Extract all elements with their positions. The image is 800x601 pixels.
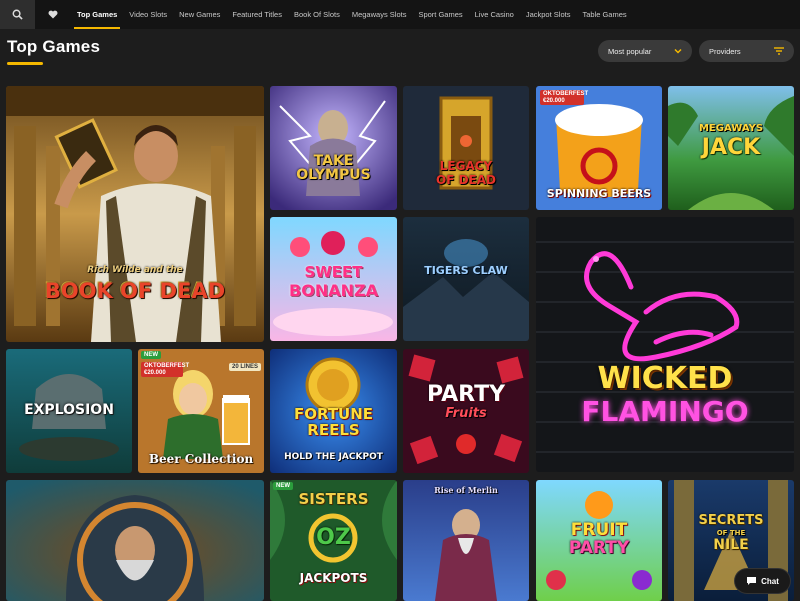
fruit-party-line2: PARTY — [568, 538, 630, 558]
tab-sport-games[interactable]: Sport Games — [412, 0, 468, 29]
oktoberfest-badge: OKTOBERFEST €20.000 — [141, 362, 189, 378]
wicked-flamingo-line1: WICKED — [597, 361, 733, 396]
game-tile-wicked-flamingo[interactable]: WICKED FLAMINGO — [536, 217, 794, 472]
megaways-jack-line1: MEGAWAYS — [698, 123, 764, 134]
game-tile-legacy-of-dead[interactable]: LEGACY OF DEAD — [403, 86, 529, 210]
sisters-of-oz-line3: JACKPOTS — [299, 571, 368, 585]
search-button[interactable] — [0, 0, 35, 29]
sort-dropdown[interactable]: Most popular — [598, 40, 692, 62]
providers-label: Providers — [709, 46, 741, 56]
game-tile-book-of-dead[interactable]: Rich Wilde and the BOOK OF DEAD — [6, 86, 264, 342]
legacy-of-dead-artwork — [403, 86, 529, 210]
wicked-flamingo-artwork — [536, 217, 794, 472]
game-tile-megaways-jack[interactable]: MEGAWAYS JACK — [668, 86, 794, 210]
game-tile-sisters-of-oz[interactable]: NEW SISTERS OZ JACKPOTS — [270, 480, 397, 601]
filter-icon — [774, 47, 784, 55]
legacy-of-dead-line1: LEGACY — [439, 159, 493, 173]
new-badge: NEW — [141, 351, 161, 359]
oktoberfest-badge: OKTOBERFEST €20.000 — [540, 90, 588, 106]
game-tile-party-fruits[interactable]: PARTY Fruits — [403, 349, 529, 473]
tigers-claw-artwork — [403, 217, 529, 341]
wicked-flamingo-line2: FLAMINGO — [581, 395, 749, 428]
book-of-dead-artwork — [6, 86, 264, 342]
take-olympus-line2: OLYMPUS — [296, 167, 371, 183]
sweet-bonanza-line2: BONANZA — [289, 281, 378, 300]
game-tile-tigers-claw[interactable]: TIGERS CLAW — [403, 217, 529, 341]
rise-of-merlin-artwork — [403, 480, 529, 601]
game-tile-beer-collection[interactable]: NEW OKTOBERFEST €20.000 20 LINES Beer Co… — [138, 349, 264, 473]
tab-featured-titles[interactable]: Featured Titles — [226, 0, 288, 29]
sort-label: Most popular — [608, 46, 652, 56]
providers-filter[interactable]: Providers — [699, 40, 794, 62]
game-tile-fruit-party[interactable]: FRUIT PARTY — [536, 480, 662, 601]
spinning-beers-title: SPINNING BEERS — [546, 187, 652, 200]
page-title: Top Games — [7, 37, 101, 56]
beer-collection-title: Beer Collection — [148, 452, 254, 466]
megaways-jack-line2: JACK — [701, 135, 761, 160]
sisters-of-oz-line1: SISTERS — [298, 490, 369, 508]
game-tile-bearded-warrior[interactable] — [6, 480, 264, 601]
fortune-reels-line3: HOLD THE JACKPOT — [284, 452, 383, 462]
rise-of-merlin-title: Rise of Merlin — [434, 485, 498, 495]
tab-megaways-slots[interactable]: Megaways Slots — [346, 0, 413, 29]
party-fruits-line1: PARTY — [426, 382, 506, 407]
take-olympus-artwork — [270, 86, 397, 210]
tab-live-casino[interactable]: Live Casino — [469, 0, 520, 29]
game-tile-fortune-reels[interactable]: FORTUNE REELS HOLD THE JACKPOT — [270, 349, 397, 473]
tab-video-slots[interactable]: Video Slots — [123, 0, 173, 29]
tab-new-games[interactable]: New Games — [173, 0, 226, 29]
bearded-warrior-artwork — [6, 480, 264, 601]
legacy-of-dead-line2: OF DEAD — [436, 173, 496, 187]
party-fruits-line2: Fruits — [445, 406, 487, 421]
tab-book-of-slots[interactable]: Book Of Slots — [288, 0, 346, 29]
game-tile-rise-of-merlin[interactable]: Rise of Merlin — [403, 480, 529, 601]
tab-top-games[interactable]: Top Games — [71, 0, 123, 29]
fortune-reels-line2: REELS — [307, 421, 360, 439]
top-navigation: Top Games Video Slots New Games Featured… — [0, 0, 800, 29]
search-icon — [12, 9, 23, 20]
game-tile-spinning-beers[interactable]: OKTOBERFEST €20.000 SPINNING BEERS — [536, 86, 662, 210]
secrets-of-the-nile-line3: NILE — [713, 537, 749, 553]
sweet-bonanza-line1: SWEET — [304, 263, 363, 281]
tigers-claw-title: TIGERS CLAW — [424, 264, 508, 277]
sisters-of-oz-line2: OZ — [316, 525, 351, 550]
chevron-down-icon — [674, 48, 682, 54]
lines-badge: 20 LINES — [228, 363, 261, 371]
secrets-of-the-nile-line1: SECRETS — [698, 513, 764, 528]
favorites-button[interactable] — [35, 0, 71, 29]
explosion-title: EXPLOSION — [24, 402, 114, 418]
heart-icon — [48, 10, 58, 19]
title-underline — [7, 62, 43, 65]
chat-label: Chat — [761, 576, 779, 586]
tab-table-games[interactable]: Table Games — [576, 0, 632, 29]
new-badge: NEW — [273, 482, 293, 490]
game-tile-explosion[interactable]: EXPLOSION — [6, 349, 132, 473]
tab-jackpot-slots[interactable]: Jackpot Slots — [520, 0, 577, 29]
book-of-dead-title: BOOK OF DEAD — [44, 279, 226, 303]
chat-button[interactable]: Chat — [735, 569, 790, 593]
chat-bubble-icon — [747, 577, 757, 585]
book-of-dead-subtitle: Rich Wilde and the — [87, 265, 183, 275]
game-tile-take-olympus[interactable]: TAKE OLYMPUS — [270, 86, 397, 210]
game-tile-sweet-bonanza[interactable]: SWEET BONANZA — [270, 217, 397, 341]
